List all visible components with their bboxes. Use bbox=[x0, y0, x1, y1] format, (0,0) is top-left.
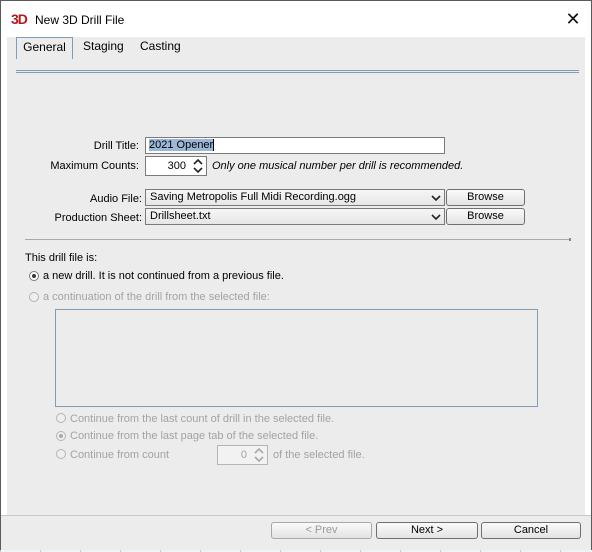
max-counts-spinner[interactable]: 300 bbox=[145, 156, 207, 176]
max-counts-note: Only one musical number per drill is rec… bbox=[212, 160, 464, 172]
section-divider bbox=[25, 238, 571, 241]
drill-title-value: 2021 Opener bbox=[149, 139, 214, 151]
new-drill-dialog: 3D New 3D Drill File ✕ General Staging C… bbox=[0, 0, 592, 550]
cancel-button[interactable]: Cancel bbox=[481, 522, 581, 539]
tab-casting[interactable]: Casting bbox=[140, 37, 181, 57]
radio-continue-last-count[interactable] bbox=[56, 413, 66, 423]
tab-general[interactable]: General bbox=[16, 37, 73, 59]
radio-continuation[interactable] bbox=[29, 292, 39, 302]
tab-underline-secondary bbox=[16, 72, 579, 73]
from-count-spinner[interactable]: 0 bbox=[217, 445, 268, 465]
production-sheet-label: Production Sheet: bbox=[54, 212, 142, 224]
button-bar: < Prev Next > Cancel bbox=[1, 515, 591, 550]
drill-title-label: Drill Title: bbox=[93, 140, 139, 152]
tab-general-label: General bbox=[23, 40, 66, 54]
chevron-down-icon bbox=[431, 195, 441, 202]
audio-file-select[interactable]: Saving Metropolis Full Midi Recording.og… bbox=[145, 189, 445, 206]
browse-audio-button[interactable]: Browse bbox=[446, 189, 525, 206]
production-sheet-select[interactable]: Drillsheet.txt bbox=[145, 208, 445, 225]
max-counts-value: 300 bbox=[167, 160, 186, 172]
spinner-arrows-icon[interactable] bbox=[192, 158, 204, 174]
browse-production-sheet-button[interactable]: Browse bbox=[446, 208, 525, 225]
next-button[interactable]: Next > bbox=[376, 522, 478, 539]
chevron-down-icon bbox=[431, 214, 441, 221]
tab-casting-label: Casting bbox=[140, 39, 181, 53]
tab-underline bbox=[16, 70, 579, 71]
continue-last-count-label: Continue from the last count of drill in… bbox=[70, 413, 335, 425]
max-counts-label: Maximum Counts: bbox=[50, 160, 139, 172]
drill-source-heading: This drill file is: bbox=[25, 252, 98, 264]
audio-file-label: Audio File: bbox=[90, 193, 142, 205]
spinner-arrows-icon[interactable] bbox=[253, 447, 265, 463]
from-count-value: 0 bbox=[240, 449, 247, 461]
tab-staging-label: Staging bbox=[83, 39, 124, 53]
text-caret bbox=[213, 139, 215, 152]
source-file-list[interactable] bbox=[55, 309, 538, 407]
title-bar: 3D New 3D Drill File ✕ bbox=[1, 1, 591, 37]
radio-continue-last-page-tab[interactable] bbox=[56, 431, 66, 441]
close-icon[interactable]: ✕ bbox=[563, 9, 583, 29]
from-count-suffix: of the selected file. bbox=[273, 449, 365, 461]
audio-file-value: Saving Metropolis Full Midi Recording.og… bbox=[150, 191, 357, 203]
continue-last-page-tab-label: Continue from the last page tab of the s… bbox=[70, 430, 319, 442]
radio-new-drill-label: a new drill. It is not continued from a … bbox=[43, 270, 284, 282]
app-logo-icon: 3D bbox=[11, 11, 28, 27]
radio-continuation-label: a continuation of the drill from the sel… bbox=[43, 291, 270, 303]
radio-continue-from-count[interactable] bbox=[56, 449, 66, 459]
production-sheet-value: Drillsheet.txt bbox=[150, 210, 211, 222]
dialog-content: General Staging Casting Drill Title: 202… bbox=[7, 37, 585, 515]
continue-from-count-label: Continue from count bbox=[70, 449, 170, 461]
window-title: New 3D Drill File bbox=[35, 13, 125, 27]
radio-new-drill[interactable] bbox=[29, 271, 39, 281]
prev-button[interactable]: < Prev bbox=[271, 522, 372, 539]
drill-title-input[interactable]: 2021 Opener bbox=[145, 137, 445, 154]
tab-staging[interactable]: Staging bbox=[83, 37, 124, 57]
